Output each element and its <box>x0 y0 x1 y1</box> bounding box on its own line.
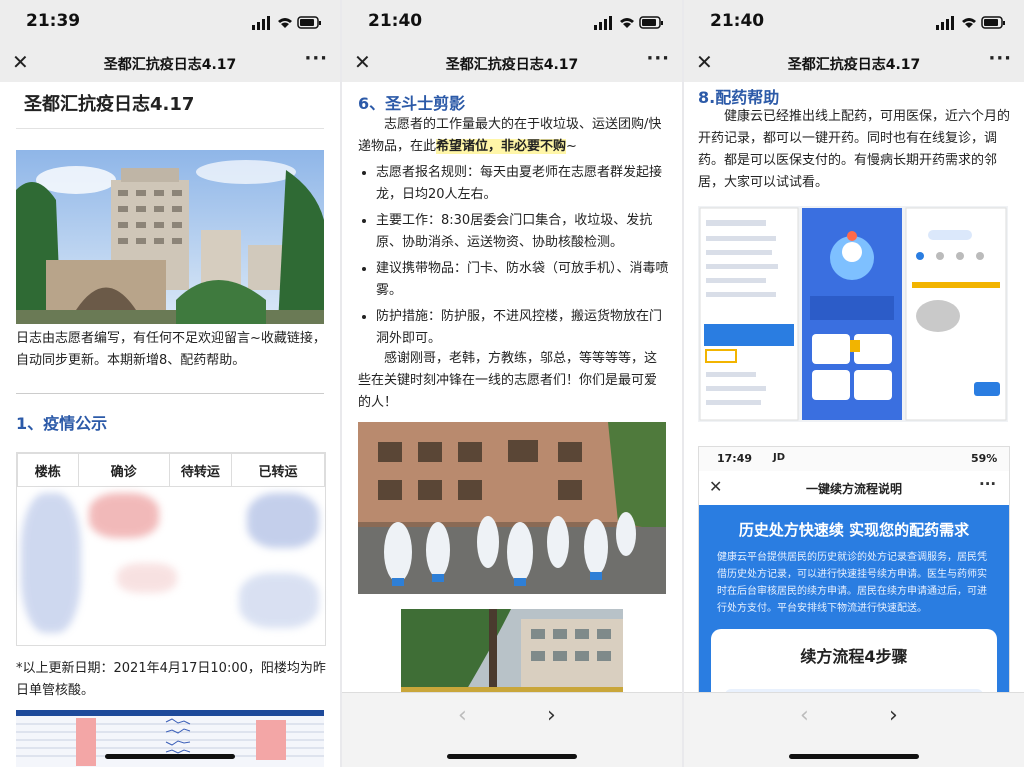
list-item: 志愿者报名规则：每天由夏老师在志愿者群发起接龙，日均20人左右。 <box>376 162 670 206</box>
section-title: 6、圣斗士剪影 <box>358 94 466 113</box>
volunteer-paragraph: 志愿者的工作量最大的在于收垃圾、运送团购/快递物品，在此希望诸位，非必要不购~ <box>358 114 668 158</box>
home-indicator[interactable] <box>447 754 577 759</box>
more-icon[interactable]: ··· <box>304 48 328 69</box>
chevron-left-icon[interactable]: ‹ <box>800 703 809 728</box>
status-time: 21:39 <box>26 11 81 31</box>
volunteers-photo <box>358 422 666 594</box>
close-icon[interactable]: ✕ <box>354 50 371 74</box>
screen-1: 21:39 ✕ 圣都汇抗疫日志4.17 ··· 圣都汇抗疫日志4.17 日志由志… <box>0 0 340 767</box>
table-header-row: 楼栋 确诊 待转运 已转运 <box>17 453 325 487</box>
divider <box>16 393 324 394</box>
status-icons <box>936 16 1005 30</box>
embedded-status-bar: 17:49 JD 59% <box>699 447 1009 471</box>
column-header: 已转运 <box>231 453 325 487</box>
more-icon[interactable]: ··· <box>646 48 670 69</box>
intro-text: 日志由志愿者编写，有任何不足欢迎留言~收藏链接，自动同步更新。本期新增8、配药帮… <box>16 331 326 368</box>
section-title: 8.配药帮助 <box>698 88 780 107</box>
status-bar: 21:39 <box>0 0 340 44</box>
app-screens-collage <box>698 206 1008 422</box>
status-time: 21:40 <box>710 11 765 31</box>
embedded-battery: 59% <box>971 452 998 465</box>
embedded-nav-bar: ✕ 一键续方流程说明 ··· <box>699 471 1009 505</box>
thanks-text: 感谢刚哥，老韩，方教练，邬总，等等等等，这些在关键时刻冲锋在一线的志愿者们！你们… <box>358 351 658 410</box>
banner-text: 健康云平台提供居民的历史就诊的处方记录查调服务，居民凭借历史处方记录，可以进行快… <box>717 552 987 614</box>
page-title: 圣都汇抗疫日志4.17 <box>787 57 921 73</box>
redacted-area <box>117 563 177 593</box>
home-indicator[interactable] <box>105 754 235 759</box>
home-indicator[interactable] <box>789 754 919 759</box>
redacted-area <box>89 493 159 538</box>
page-title: 圣都汇抗疫日志4.17 <box>103 57 237 73</box>
list-item: 建议携带物品：门卡、防水袋（可放手机）、消毒喷雾。 <box>376 258 670 302</box>
status-bar: 21:40 <box>342 0 682 44</box>
column-header: 楼栋 <box>17 453 79 487</box>
page-title: 圣都汇抗疫日志4.17 <box>445 57 579 73</box>
embedded-status-app: JD <box>773 452 786 463</box>
screen-2: 21:40 ✕ 圣都汇抗疫日志4.17 ··· 6、圣斗士剪影 志愿者的工作量最… <box>342 0 682 767</box>
chevron-left-icon[interactable]: ‹ <box>458 703 467 728</box>
chevron-right-icon[interactable]: › <box>889 703 898 728</box>
more-icon[interactable]: ··· <box>988 48 1012 69</box>
paragraph-text: ~ <box>566 139 577 154</box>
building-photo <box>16 150 324 324</box>
browser-toolbar: ‹ › <box>342 692 682 767</box>
article-content: 8.配药帮助 健康云已经推出线上配药，可用医保，近六个月的开药记录，都可以一键开… <box>684 82 1024 767</box>
article-content: 圣都汇抗疫日志4.17 日志由志愿者编写，有任何不足欢迎留言~收藏链接，自动同步… <box>0 82 340 767</box>
screen-3: 21:40 ✕ 圣都汇抗疫日志4.17 ··· 8.配药帮助 健康云已经推出线上… <box>684 0 1024 767</box>
status-icons <box>594 16 663 30</box>
redacted-area <box>247 493 319 548</box>
nav-bar: ✕ 圣都汇抗疫日志4.17 ··· <box>684 44 1024 82</box>
status-time: 21:40 <box>368 11 423 31</box>
column-header: 待转运 <box>168 453 233 487</box>
pharmacy-paragraph: 健康云已经推出线上配药，可用医保，近六个月的开药记录，都可以一键开药。同时也有在… <box>698 109 1011 190</box>
embedded-title: 一键续方流程说明 <box>805 482 902 496</box>
steps-title: 续方流程4步骤 <box>800 647 908 666</box>
status-bar: 21:40 <box>684 0 1024 44</box>
section-title: 1、疫情公示 <box>16 414 108 433</box>
rules-list: 志愿者报名规则：每天由夏老师在志愿者群发起接龙，日均20人左右。 主要工作：8:… <box>356 162 670 354</box>
embedded-status-time: 17:49 <box>717 452 753 465</box>
nav-bar: ✕ 圣都汇抗疫日志4.17 ··· <box>342 44 682 82</box>
close-icon[interactable]: ✕ <box>696 50 713 74</box>
street-photo <box>401 609 623 699</box>
list-item: 主要工作：8:30居委会门口集合，收垃圾、发抗原、协助消杀、运送物资、协助核酸检… <box>376 210 670 254</box>
more-icon[interactable]: ··· <box>979 475 996 493</box>
chevron-right-icon[interactable]: › <box>547 703 556 728</box>
banner-title: 历史处方快速续 实现您的配药需求 <box>738 521 970 539</box>
browser-toolbar: ‹ › <box>684 692 1024 767</box>
article-content: 6、圣斗士剪影 志愿者的工作量最大的在于收垃圾、运送团购/快递物品，在此希望诸位… <box>342 82 682 767</box>
nav-bar: ✕ 圣都汇抗疫日志4.17 ··· <box>0 44 340 82</box>
status-icons <box>252 16 321 30</box>
redacted-area <box>239 573 319 628</box>
divider <box>16 128 324 129</box>
cases-table: 楼栋 确诊 待转运 已转运 <box>16 452 326 646</box>
highlight-text: 希望诸位，非必要不购 <box>436 139 567 154</box>
column-header: 确诊 <box>77 453 170 487</box>
redacted-area <box>21 493 81 633</box>
article-heading: 圣都汇抗疫日志4.17 <box>24 94 195 115</box>
close-icon[interactable]: ✕ <box>12 50 29 74</box>
footnote-text: *以上更新日期：2021年4月17日10:00，阳楼均为昨日单管核酸。 <box>16 661 326 698</box>
list-item: 防护措施：防护服，不进风控楼，搬运货物放在门洞外即可。 <box>376 306 670 350</box>
